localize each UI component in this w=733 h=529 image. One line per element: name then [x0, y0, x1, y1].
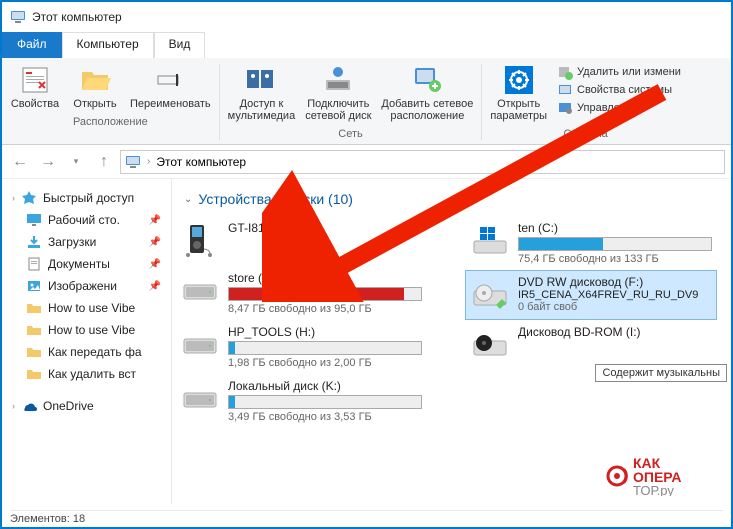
btn-sys-props[interactable]: Свойства системы	[557, 82, 681, 98]
folder-icon	[26, 300, 42, 316]
btn-properties[interactable]: Свойства	[10, 64, 60, 110]
tab-file[interactable]: Файл	[2, 32, 62, 58]
title-bar: Этот компьютер	[2, 2, 731, 32]
downloads-icon	[26, 234, 42, 250]
group-label-network: Сеть	[338, 128, 362, 140]
drive-bd[interactable]: Дисковод BD-ROM (I:)	[466, 321, 716, 369]
onedrive-icon	[21, 398, 37, 414]
chevron-down-icon: ⌄	[184, 194, 192, 205]
section-header[interactable]: ⌄ Устройства и диски (10)	[184, 191, 727, 207]
pc-icon	[125, 154, 141, 170]
address-path: Этот компьютер	[156, 155, 246, 169]
star-icon	[21, 190, 37, 206]
drive-k[interactable]: Локальный диск (K:) 3,49 ГБ свободно из …	[176, 375, 426, 427]
status-bar: Элементов: 18	[10, 510, 723, 525]
media-icon	[245, 64, 277, 96]
btn-manage[interactable]: Управление	[557, 100, 681, 116]
settings-icon	[503, 64, 535, 96]
usage-bar	[518, 237, 712, 251]
chevron-right-icon: ›	[12, 193, 15, 203]
ribbon-tabs: Файл Компьютер Вид	[2, 32, 731, 58]
chevron-right-icon: ›	[147, 156, 150, 167]
nav-forward[interactable]: →	[36, 150, 60, 174]
quick-access[interactable]: › Быстрый доступ	[6, 187, 167, 209]
uninstall-icon	[557, 64, 573, 80]
nav-up[interactable]: ↑	[92, 150, 116, 174]
addnet-icon	[411, 64, 443, 96]
nav-back[interactable]: ←	[8, 150, 32, 174]
btn-uninstall[interactable]: Удалить или измени	[557, 64, 681, 80]
sidebar-onedrive[interactable]: › OneDrive	[6, 395, 167, 417]
folder-icon	[26, 322, 42, 338]
tab-view[interactable]: Вид	[154, 32, 206, 58]
pin-icon: 📌	[149, 259, 161, 270]
sidebar-item-documents[interactable]: Документы📌	[20, 253, 167, 275]
sidebar-item-pictures[interactable]: Изображени📌	[20, 275, 167, 297]
drive-gt[interactable]: GT-I8160	[176, 217, 426, 265]
btn-media-access[interactable]: Доступ к мультимедиа	[228, 64, 296, 122]
drive-store[interactable]: store (E:) 8,47 ГБ свободно из 95,0 ГБ	[176, 267, 426, 319]
drive-c[interactable]: ten (C:) 75,4 ГБ свободно из 133 ГБ	[466, 217, 716, 269]
rename-icon	[154, 64, 186, 96]
drive-hp[interactable]: HP_TOOLS (H:) 1,98 ГБ свободно из 2,00 Г…	[176, 321, 426, 373]
window-title: Этот компьютер	[32, 10, 122, 24]
tab-computer[interactable]: Компьютер	[62, 32, 154, 58]
drive-dvd[interactable]: DVD RW дисковод (F:) IR5_CENA_X64FREV_RU…	[466, 271, 716, 319]
pictures-icon	[26, 278, 42, 294]
btn-open-params[interactable]: Открыть параметры	[490, 64, 547, 122]
desktop-icon	[26, 212, 42, 228]
sidebar-item-folder[interactable]: How to use Vibe	[20, 297, 167, 319]
btn-rename[interactable]: Переименовать	[130, 64, 211, 110]
windows-drive-icon	[470, 221, 510, 261]
ribbon: Свойства Открыть Переименовать Расположе…	[2, 58, 731, 145]
group-label-system: Система	[563, 128, 607, 140]
group-label-location: Расположение	[73, 116, 148, 128]
usage-bar	[228, 395, 422, 409]
mapdrive-icon	[322, 64, 354, 96]
hdd-icon	[180, 271, 220, 311]
chevron-right-icon: ›	[12, 401, 15, 411]
watermark: КАК ОПЕРА ТОР.ру	[605, 446, 715, 501]
pin-icon: 📌	[149, 215, 161, 226]
sidebar: › Быстрый доступ Рабочий сто.📌 Загрузки📌…	[2, 179, 172, 504]
sidebar-item-folder[interactable]: Как передать фа	[20, 341, 167, 363]
usage-bar	[228, 341, 422, 355]
address-box[interactable]: › Этот компьютер	[120, 150, 725, 174]
folder-icon	[26, 366, 42, 382]
address-bar: ← → ▾ ↑ › Этот компьютер	[2, 145, 731, 179]
manage-icon	[557, 100, 573, 116]
pin-icon: 📌	[149, 237, 161, 248]
sysprops-icon	[557, 82, 573, 98]
nav-dropdown[interactable]: ▾	[64, 150, 88, 174]
properties-icon	[19, 64, 51, 96]
sidebar-item-folder[interactable]: Как удалить вст	[20, 363, 167, 385]
tooltip: Содержит музыкальны	[595, 364, 727, 382]
svg-text:ТОР.ру: ТОР.ру	[633, 483, 674, 496]
sidebar-item-downloads[interactable]: Загрузки📌	[20, 231, 167, 253]
sidebar-item-folder[interactable]: How to use Vibe	[20, 319, 167, 341]
hdd-icon	[180, 379, 220, 419]
mp3-player-icon	[180, 221, 220, 261]
bd-drive-icon	[470, 325, 510, 365]
documents-icon	[26, 256, 42, 272]
hdd-icon	[180, 325, 220, 365]
folder-icon	[26, 344, 42, 360]
sidebar-item-desktop[interactable]: Рабочий сто.📌	[20, 209, 167, 231]
pin-icon: 📌	[149, 281, 161, 292]
pc-icon	[10, 9, 26, 25]
usage-bar	[228, 287, 422, 301]
btn-map-drive[interactable]: Подключить сетевой диск	[305, 64, 371, 122]
btn-open[interactable]: Открыть	[70, 64, 120, 110]
btn-add-network[interactable]: Добавить сетевое расположение	[381, 64, 473, 122]
open-icon	[79, 64, 111, 96]
dvd-drive-icon	[470, 275, 510, 315]
